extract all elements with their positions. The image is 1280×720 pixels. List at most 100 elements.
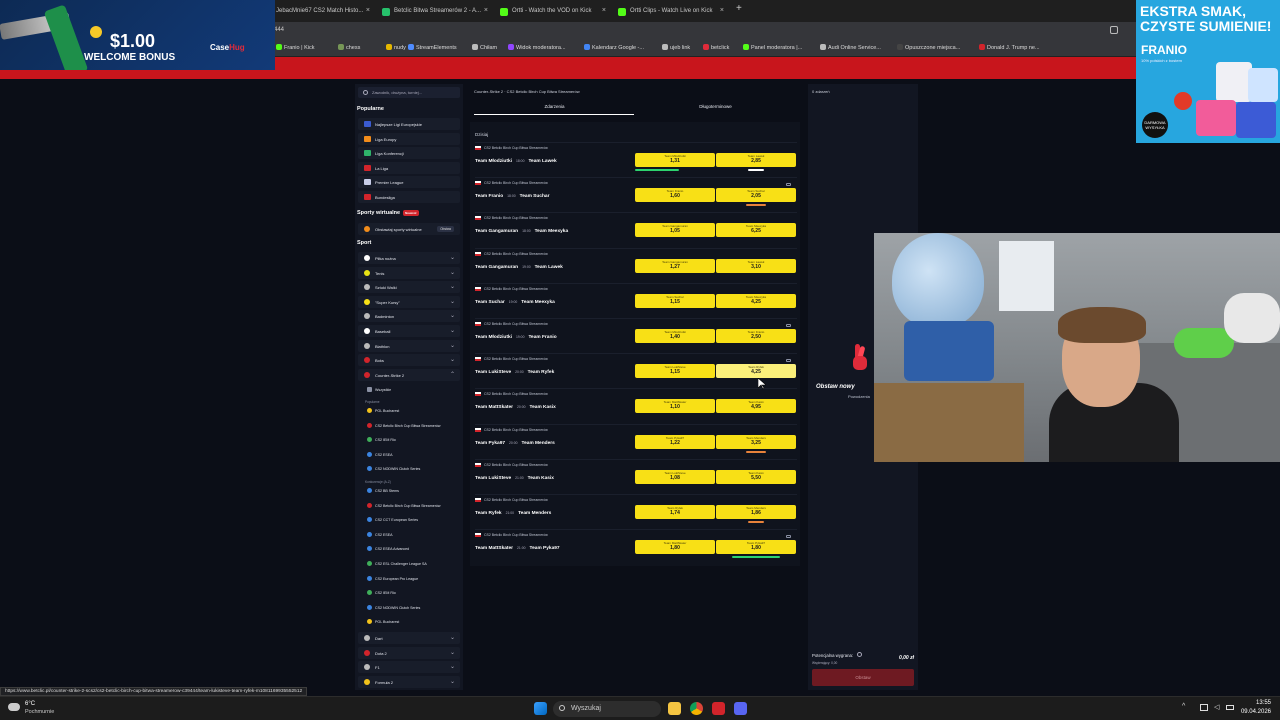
bookmark-item[interactable]: chess	[338, 44, 360, 51]
chevron-down-icon[interactable]: ⌄	[450, 342, 455, 349]
taskbar-search[interactable]: Wyszukaj	[553, 701, 661, 717]
event-teams[interactable]: Team MattSkater 20:00 Team Kasix	[475, 405, 556, 410]
sport-item[interactable]: Piłka nożna ⌄	[358, 252, 460, 264]
odd-button-home[interactable]: Team MattSkater 1,80	[635, 540, 715, 555]
clock-date[interactable]: 09.04.2026	[1235, 709, 1271, 715]
event-teams[interactable]: Team Gangamuran 19:00 Team Lawek	[475, 265, 563, 270]
league-link[interactable]: CS2 NODWIN Clutch Series	[367, 604, 420, 610]
tab-dlugoterminowe[interactable]: Długoterminowe	[635, 104, 796, 109]
odd-button-away[interactable]: Team Lawek 3,10	[716, 258, 796, 273]
file-explorer-icon[interactable]	[668, 702, 681, 715]
tab-zdarzenia[interactable]: Zdarzenia	[474, 104, 635, 109]
event-teams[interactable]: Team Młodziutki 19:00 Team Franio	[475, 335, 557, 340]
event-row[interactable]: CS2 Betclic Birch Cup Bitwa Streamerów Te…	[475, 282, 797, 318]
sport-item[interactable]: "Super Kursy" ⌄	[358, 295, 460, 308]
event-row[interactable]: CS2 Betclic Birch Cup Bitwa Streamerów Te…	[475, 177, 797, 212]
browser-tab[interactable]: Ortti - Watch the VOD on Kick ×	[494, 3, 610, 20]
odd-button-away[interactable]: Team Meexyka 6,25	[716, 223, 796, 238]
event-row[interactable]: CS2 Betclic Birch Cup Bitwa Streamerów Te…	[475, 458, 797, 494]
discord-icon[interactable]	[734, 702, 747, 715]
odd-button-away[interactable]: Team Lawek 2,85	[716, 153, 796, 167]
popular-item[interactable]: La Liga	[358, 161, 460, 174]
close-tab-icon[interactable]: ×	[366, 7, 370, 14]
close-tab-icon[interactable]: ×	[484, 7, 488, 14]
event-teams[interactable]: Team Młodziutki 18:00 Team Lawek	[475, 159, 557, 164]
sport-item[interactable]: Dart ⌄	[358, 632, 460, 644]
event-row[interactable]: CS2 Betclic Birch Cup Bitwa Streamerów Te…	[475, 388, 797, 423]
sport-item[interactable]: Counter-Strike 2 ⌃	[358, 368, 460, 381]
tray-chevron-icon[interactable]: ^	[1182, 703, 1185, 710]
odd-button-away[interactable]: Team Meexyka 4,25	[716, 293, 796, 308]
bookmark-item[interactable]: Chiłam	[472, 44, 497, 51]
sport-item[interactable]: Badminton ⌄	[358, 310, 460, 323]
event-row[interactable]: CS2 Betclic Birch Cup Bitwa Streamerów Te…	[475, 423, 797, 459]
bookmark-item[interactable]: Widok moderatora...	[508, 44, 566, 51]
odd-button-away[interactable]: Team Pyka97 1,80	[716, 540, 796, 555]
sport-item[interactable]: F1 ⌄	[358, 661, 460, 674]
sport-item[interactable]: Boks ⌄	[358, 354, 460, 367]
chevron-down-icon[interactable]: ⌄	[450, 663, 455, 670]
sport-item[interactable]: Baseball ⌄	[358, 325, 460, 337]
odd-button-away[interactable]: Team Franio 2,50	[716, 329, 796, 343]
weather-icon[interactable]	[8, 703, 20, 711]
browser-tab[interactable]: Betclic Bitwa Streamerów 2 - A... ×	[376, 3, 492, 20]
event-row[interactable]: CS2 Betclic Birch Cup Bitwa Streamerów Te…	[475, 247, 797, 283]
league-link[interactable]: CS2 IEM Rio	[367, 437, 396, 443]
browser-tab[interactable]: JebacMnie67 CS2 Match Histo... ×	[258, 3, 374, 20]
browser-tab[interactable]: Ortti Clips - Watch Live on Kick ×	[612, 3, 728, 20]
event-teams[interactable]: Team LukiSteve 21:00 Team Kasix	[475, 476, 554, 481]
search-input[interactable]: Zawodnik, drużyna, turniej...	[358, 87, 460, 98]
bookmark-item[interactable]: Donald J. Trump ne...	[979, 44, 1040, 51]
event-teams[interactable]: Team Gangamuran 18:00 Team Meexyka	[475, 229, 568, 234]
virtual-sports-row[interactable]: Obstawiaj sporty wirtualne Obstaw	[358, 223, 460, 235]
odd-button-away[interactable]: Team Menders 1,86	[716, 505, 796, 519]
chevron-down-icon[interactable]: ⌄	[450, 298, 455, 305]
popular-item[interactable]: Premier League	[358, 176, 460, 189]
chevron-down-icon[interactable]: ⌄	[450, 649, 455, 656]
chevron-down-icon[interactable]: ⌄	[450, 327, 455, 334]
event-row[interactable]: CS2 Betclic Birch Cup Bitwa Streamerów Te…	[475, 494, 797, 529]
close-tab-icon[interactable]: ×	[602, 7, 606, 14]
popular-item[interactable]: Bundesliga	[358, 191, 460, 203]
league-link[interactable]: CS2 IEM Rio	[367, 590, 396, 596]
event-row[interactable]: CS2 Betclic Birch Cup Bitwa Streamerów Te…	[475, 318, 797, 353]
clock-time[interactable]: 13:55	[1241, 700, 1271, 706]
league-link[interactable]: CS2 Betclic Birch Cup Bitwa Streamerów	[367, 502, 441, 508]
info-icon[interactable]	[857, 652, 863, 657]
odd-button-home[interactable]: Team Franio 1,60	[635, 188, 715, 203]
league-link[interactable]: PGL Bucharest	[367, 619, 399, 625]
popular-item[interactable]: Liga Europy	[358, 132, 460, 145]
chevron-down-icon[interactable]: ⌄	[450, 283, 455, 290]
chevron-down-icon[interactable]: ⌄	[450, 678, 455, 685]
sport-item[interactable]: Tenis ⌄	[358, 266, 460, 279]
league-link[interactable]: CS2 ESL Challenger League SA	[367, 561, 427, 566]
league-link[interactable]: CS2 ESEA	[367, 531, 393, 537]
odd-button-home[interactable]: Team Suchar 1,15	[635, 293, 715, 308]
bookmark-item[interactable]: StreamElements	[408, 44, 457, 51]
odd-button-away[interactable]: Team Menders 3,25	[716, 434, 796, 449]
sport-item[interactable]: Dota 2 ⌄	[358, 646, 460, 659]
sport-item[interactable]: Biathlon ⌄	[358, 339, 460, 352]
event-teams[interactable]: Team Pyka97 20:00 Team Menders	[475, 441, 555, 446]
league-link[interactable]: CS2 NODWIN Clutch Series	[367, 466, 420, 472]
bookmark-item[interactable]: Franio | Kick	[276, 44, 314, 51]
event-row[interactable]: CS2 Betclic Birch Cup Bitwa Streamerów Te…	[475, 212, 797, 247]
event-row[interactable]: CS2 Betclic Birch Cup Bitwa Streamerów Te…	[475, 529, 797, 564]
odd-button-home[interactable]: Team Pyka97 1,22	[635, 434, 715, 449]
bookmark-item[interactable]: Audi Online Service...	[820, 44, 881, 51]
sport-item[interactable]: Formuła 2 ⌄	[358, 675, 460, 688]
odd-button-home[interactable]: Team Gangamuran 1,05	[635, 223, 715, 238]
chevron-up-icon[interactable]: ⌃	[450, 371, 455, 378]
league-link[interactable]: CS2 BB Stems	[367, 488, 399, 493]
bookmark-item[interactable]: Panel moderatora |...	[743, 44, 802, 51]
chrome-icon[interactable]	[690, 702, 703, 715]
popular-item[interactable]: Najlepsze Ligi Europejskie	[358, 118, 460, 130]
odd-button-away[interactable]: Team Kasix 4,95	[716, 399, 796, 414]
league-link[interactable]: CS2 Betclic Birch Cup Bitwa Streamerów	[367, 422, 441, 428]
odd-button-home[interactable]: Team LukiSteve 1,08	[635, 469, 715, 484]
extensions-icon[interactable]	[1110, 26, 1118, 34]
place-bet-button[interactable]: Obstaw	[812, 669, 914, 686]
odd-button-away[interactable]: Team Suchar 2,05	[716, 188, 796, 203]
network-icon[interactable]	[1200, 704, 1208, 711]
bookmark-item[interactable]: Kalendarz Google -...	[584, 44, 644, 51]
